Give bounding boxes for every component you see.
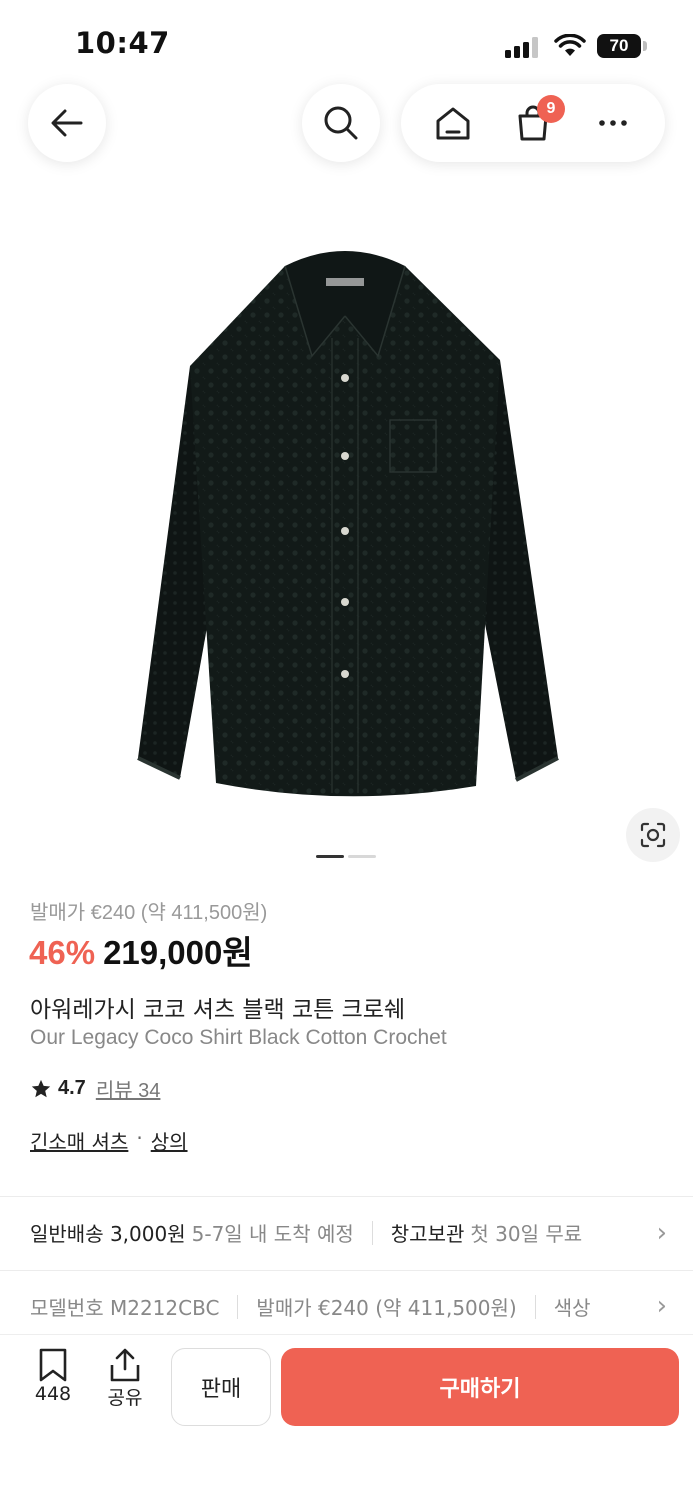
cellular-signal-icon: [505, 36, 541, 58]
buy-button[interactable]: 구매하기: [281, 1348, 679, 1426]
bookmark-icon: [39, 1348, 67, 1382]
vertical-divider: [534, 1294, 536, 1319]
rating-value: 4.7: [58, 1077, 86, 1099]
nav-actions-group: 9: [401, 84, 665, 162]
product-name-english: Our Legacy Coco Shirt Black Cotton Croch…: [30, 1026, 447, 1049]
cart-button[interactable]: 9: [503, 93, 565, 153]
shipping-info-row[interactable]: 일반배송 3,000원 5-7일 내 도착 예정 창고보관 첫 30일 무료: [30, 1218, 670, 1247]
wifi-icon: [554, 34, 586, 56]
cart-count-badge: 9: [537, 95, 565, 123]
shipping-label: 일반배송 3,000원: [30, 1222, 186, 1246]
discount-rate: 46%: [29, 934, 96, 971]
camera-lens-icon: [640, 822, 666, 848]
price-row: 46% 219,000원: [29, 926, 253, 974]
spec-release-price: 발매가 €240 (약 411,500원): [256, 1296, 517, 1320]
category-link-tops[interactable]: 상의: [151, 1126, 188, 1155]
more-button[interactable]: [583, 93, 643, 153]
rating-row: 4.7 리뷰 34: [30, 1074, 160, 1103]
image-search-button[interactable]: [626, 808, 680, 862]
category-breadcrumb: 긴소매 셔츠 · 상의: [30, 1126, 188, 1155]
vertical-divider: [371, 1220, 373, 1245]
current-price: 219,000원: [103, 934, 253, 971]
divider: [0, 1270, 693, 1271]
storage-label: 창고보관: [390, 1222, 465, 1246]
status-bar: 10:47 70: [0, 0, 693, 80]
carousel-dot: [348, 855, 376, 858]
bottom-action-bar: 448 공유 판매 구매하기: [0, 1334, 693, 1500]
more-dots-icon: [599, 120, 627, 126]
product-name-korean: 아워레가시 코코 셔츠 블랙 코튼 크로쉐: [30, 997, 406, 1023]
wishlist-count: 448: [34, 1383, 72, 1405]
product-image: [137, 251, 559, 797]
battery-indicator: 70: [597, 34, 641, 58]
product-image-carousel[interactable]: [0, 200, 693, 880]
chevron-right-icon[interactable]: ›: [657, 1218, 667, 1248]
spec-color: 색상: [553, 1296, 591, 1320]
share-button[interactable]: 공유: [100, 1347, 150, 1410]
back-button[interactable]: [28, 84, 106, 162]
star-icon: [31, 1079, 51, 1097]
shipping-eta: 5-7일 내 도착 예정: [191, 1222, 354, 1246]
home-icon: [436, 107, 470, 140]
storage-note: 첫 30일 무료: [470, 1222, 583, 1246]
release-price: 발매가 €240 (약 411,500원): [30, 902, 268, 924]
share-icon: [110, 1348, 140, 1382]
vertical-divider: [237, 1294, 239, 1319]
sell-button[interactable]: 판매: [171, 1348, 271, 1426]
carousel-dot-active: [316, 855, 344, 858]
spec-info-row[interactable]: 모델번호 M2212CBC 발매가 €240 (약 411,500원) 색상: [30, 1292, 660, 1321]
arrow-left-icon: [51, 109, 83, 137]
review-link[interactable]: 리뷰 34: [96, 1074, 161, 1103]
divider: [0, 1196, 693, 1197]
category-separator: ·: [136, 1126, 143, 1150]
status-time: 10:47: [75, 26, 170, 60]
model-number: 모델번호 M2212CBC: [30, 1296, 220, 1320]
search-button[interactable]: [302, 84, 380, 162]
share-label: 공유: [107, 1387, 143, 1409]
chevron-right-icon[interactable]: ›: [657, 1291, 667, 1321]
home-button[interactable]: [423, 93, 483, 153]
carousel-indicator: [316, 855, 376, 858]
category-link-long-sleeve-shirts[interactable]: 긴소매 셔츠: [30, 1126, 128, 1155]
battery-cap: [643, 41, 647, 51]
search-icon: [324, 106, 358, 140]
wishlist-button[interactable]: 448: [28, 1347, 78, 1405]
